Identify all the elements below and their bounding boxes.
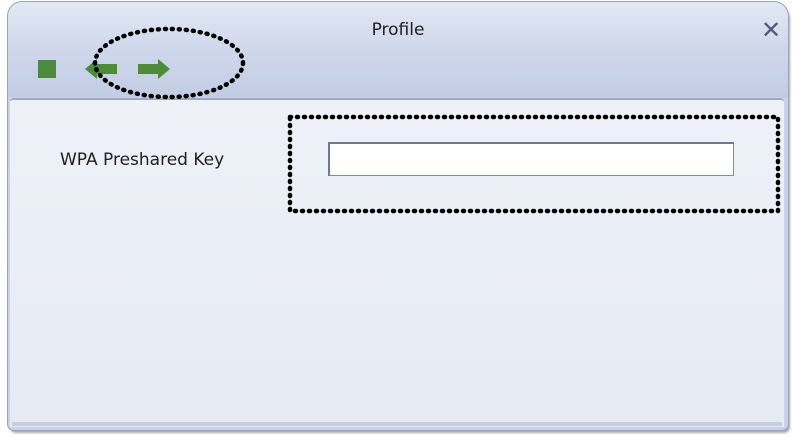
panel-bottom-border (12, 422, 782, 426)
wpa-preshared-key-input[interactable] (328, 142, 734, 176)
profile-window: Profile ✕ WPA Preshared Key (8, 2, 788, 430)
back-arrow-icon[interactable] (83, 58, 119, 80)
title-bar: Profile ✕ (8, 2, 788, 97)
close-icon[interactable]: ✕ (759, 18, 783, 42)
wpa-preshared-key-label: WPA Preshared Key (60, 150, 225, 170)
window-title: Profile (371, 20, 425, 40)
stop-icon[interactable] (38, 60, 56, 78)
forward-arrow-icon[interactable] (136, 58, 172, 80)
